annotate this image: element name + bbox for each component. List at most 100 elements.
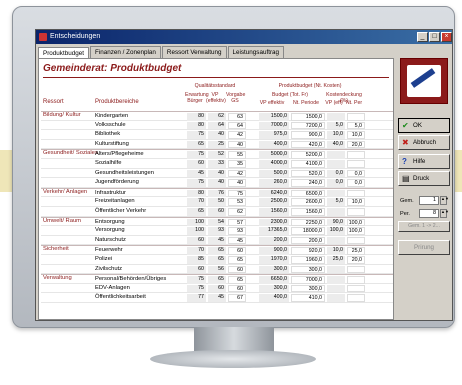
maximize-button[interactable]: □	[429, 32, 440, 42]
value-cell[interactable]: 63	[228, 113, 246, 121]
close-button[interactable]: ×	[441, 32, 452, 42]
value-cell[interactable]: 520,0	[291, 169, 325, 178]
value-cell[interactable]: 35	[228, 159, 246, 168]
value-cell: 5,0	[327, 198, 345, 206]
value-cell[interactable]: 1960,0	[291, 255, 325, 264]
value-cell[interactable]: 410,0	[291, 294, 325, 302]
value-cell[interactable]: 40	[228, 140, 246, 149]
value-cell[interactable]	[347, 151, 365, 159]
value-cell[interactable]: 2600,0	[291, 198, 325, 206]
value-cell[interactable]: 2250,0	[291, 218, 325, 227]
value-cell: 80	[187, 113, 206, 121]
per-stepper-arrows-icon[interactable]: ▲▼	[440, 209, 449, 218]
value-cell[interactable]: 65	[228, 276, 246, 284]
value-cell[interactable]: 200,0	[291, 236, 325, 245]
value-cell[interactable]: 300,0	[291, 265, 325, 274]
value-cell[interactable]	[347, 265, 365, 274]
value-cell[interactable]: 60	[228, 265, 246, 274]
value-cell[interactable]: 55	[228, 151, 246, 159]
header-nt-periode: Nt. Periode	[293, 100, 319, 106]
value-cell[interactable]: 60	[228, 284, 246, 293]
value-cell[interactable]: 25,0	[347, 247, 365, 255]
value-cell: 10,0	[327, 131, 345, 139]
tab-finanzen[interactable]: Finanzen / Zonenplan	[89, 46, 161, 58]
value-cell[interactable]: 20,0	[347, 255, 365, 264]
value-cell[interactable]: 10,0	[347, 131, 365, 139]
abbruch-button[interactable]: ✖ Abbruch	[398, 135, 450, 150]
value-cell: 60	[187, 265, 206, 274]
value-cell: 70	[187, 247, 206, 255]
value-cell[interactable]	[347, 294, 365, 302]
ressort-label: Gesundheit/ Soziales	[43, 150, 98, 157]
tab-ressort-verwaltung[interactable]: Ressort Verwaltung	[161, 46, 227, 58]
ok-button[interactable]: ✔ OK	[398, 118, 450, 133]
value-cell[interactable]: 240,0	[291, 179, 325, 187]
value-cell[interactable]: 53	[228, 198, 246, 206]
value-cell: 65	[187, 207, 206, 216]
header-nt-per: Nt. Per	[345, 100, 363, 106]
value-cell[interactable]: 7200,0	[291, 121, 325, 130]
value-cell[interactable]: 1500,0	[291, 113, 325, 121]
value-cell[interactable]: 100,0	[347, 218, 365, 227]
value-cell[interactable]	[347, 159, 365, 168]
switch-gem-button[interactable]: Gem. 1 -> 2...	[398, 221, 450, 232]
value-cell: 75	[187, 131, 206, 139]
druck-button[interactable]: ▤ Druck	[398, 171, 450, 186]
header-qualitaet: Qualitätsstandard	[194, 83, 236, 89]
per-stepper[interactable]: 8	[419, 209, 439, 218]
value-cell[interactable]	[347, 284, 365, 293]
value-cell[interactable]	[347, 236, 365, 245]
value-cell[interactable]: 67	[228, 294, 246, 302]
table-row: Zivilschutz 60 56 60 300,0 300,0	[41, 265, 393, 275]
gem-stepper[interactable]: 1	[419, 196, 439, 205]
value-cell[interactable]: 60	[228, 247, 246, 255]
value-cell[interactable]: 5200,0	[291, 151, 325, 159]
value-cell[interactable]: 0,0	[347, 179, 365, 187]
value-cell[interactable]: 7000,0	[291, 276, 325, 284]
value-cell[interactable]: 62	[228, 207, 246, 216]
value-cell[interactable]: 57	[228, 218, 246, 227]
value-cell[interactable]: 65	[228, 255, 246, 264]
value-cell: 93	[208, 227, 226, 235]
table-row: Versorgung 100 93 93 17365,0 18000,0 100,0 100,…	[41, 226, 393, 236]
value-cell[interactable]	[347, 113, 365, 121]
value-cell[interactable]: 45	[228, 236, 246, 245]
value-cell[interactable]: 300,0	[291, 284, 325, 293]
header-vp: VP (effektiv)	[206, 92, 226, 104]
value-cell[interactable]	[347, 276, 365, 284]
page-title: Gemeinderat: Produktbudget	[43, 63, 182, 74]
value-cell[interactable]: 900,0	[291, 131, 325, 139]
tab-leistungsauftrag[interactable]: Leistungsauftrag	[227, 46, 285, 58]
value-cell[interactable]	[347, 207, 365, 216]
prirung-button[interactable]: Prirung	[398, 240, 450, 255]
value-cell[interactable]: 42	[228, 131, 246, 139]
gem-stepper-arrows-icon[interactable]: ▲▼	[440, 196, 449, 205]
bereich-label: EDV-Anlagen	[95, 284, 130, 291]
value-cell[interactable]: 5,0	[347, 121, 365, 130]
value-cell[interactable]	[347, 189, 365, 198]
value-cell[interactable]: 0,0	[347, 169, 365, 178]
value-cell[interactable]: 4100,0	[291, 159, 325, 168]
value-cell[interactable]: 10,0	[347, 198, 365, 206]
value-cell[interactable]: 6500,0	[291, 189, 325, 198]
bereich-label: Volksschule	[95, 121, 126, 128]
value-cell[interactable]: 20,0	[347, 140, 365, 149]
value-cell[interactable]: 1560,0	[291, 207, 325, 216]
value-cell[interactable]: 920,0	[291, 247, 325, 255]
value-cell[interactable]: 18000,0	[291, 227, 325, 235]
value-cell: 45	[208, 294, 226, 302]
value-cell[interactable]: 93	[228, 227, 246, 235]
value-cell: 25	[208, 140, 226, 149]
value-cell[interactable]: 420,0	[291, 140, 325, 149]
app-logo	[400, 58, 448, 104]
header-vp-effektiv: VP effektiv	[259, 100, 285, 106]
value-cell[interactable]: 64	[228, 121, 246, 130]
window-title: Entscheidungen	[50, 33, 101, 40]
value-cell[interactable]: 100,0	[347, 227, 365, 235]
hilfe-button[interactable]: ? Hilfe	[398, 154, 450, 169]
value-cell[interactable]: 42	[228, 169, 246, 178]
value-cell[interactable]: 75	[228, 189, 246, 198]
value-cell[interactable]: 40	[228, 179, 246, 187]
value-cell: 56	[208, 265, 226, 274]
minimize-button[interactable]: _	[417, 32, 428, 42]
